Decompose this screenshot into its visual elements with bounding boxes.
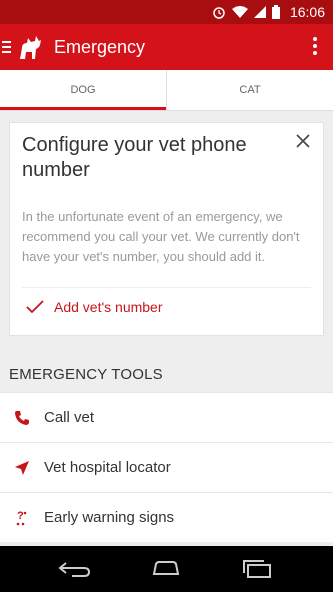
status-time: 16:06 [289, 4, 325, 20]
pet-logo-icon[interactable] [16, 32, 46, 62]
tool-label: Vet hospital locator [44, 459, 171, 476]
tab-cat[interactable]: CAT [166, 70, 333, 110]
status-bar: 16:06 [0, 0, 333, 24]
app-title: Emergency [54, 36, 146, 57]
svg-text:?: ? [17, 510, 24, 522]
recent-apps-icon[interactable] [242, 559, 274, 579]
phone-icon [15, 410, 29, 425]
navigation-arrow-icon [15, 460, 29, 475]
battery-icon [271, 5, 280, 19]
system-nav-bar [0, 546, 333, 592]
app-bar: Emergency [0, 24, 333, 70]
signal-icon [253, 6, 266, 18]
wifi-icon [231, 6, 248, 18]
tool-early-warning-signs[interactable]: ? Early warning signs [0, 492, 333, 542]
tool-call-vet[interactable]: Call vet [0, 392, 333, 442]
checkmark-icon [26, 300, 44, 314]
add-vet-number-button[interactable]: Add vet's number [26, 299, 163, 315]
tool-label: Early warning signs [44, 509, 175, 526]
emergency-tools-list: Call vet Vet hospital locator ? Early wa… [0, 392, 333, 542]
alarm-icon [213, 7, 225, 19]
warning-signs-icon: ? [16, 510, 27, 525]
overflow-menu-icon[interactable] [313, 37, 319, 55]
card-divider [22, 287, 311, 288]
add-vet-number-label: Add vet's number [54, 299, 163, 315]
pet-tabs: DOG CAT [0, 70, 333, 111]
home-icon[interactable] [148, 559, 184, 579]
section-title: EMERGENCY TOOLS [9, 366, 163, 383]
tool-label: Call vet [44, 409, 95, 426]
status-icons: 16:06 [212, 0, 325, 24]
back-icon[interactable] [58, 559, 92, 579]
card-title: Configure your vet phone number [22, 134, 247, 181]
close-icon[interactable] [295, 133, 311, 149]
card-body: In the unfortunate event of an emergency… [22, 209, 300, 264]
tool-vet-hospital-locator[interactable]: Vet hospital locator [0, 442, 333, 492]
vet-phone-card: Configure your vet phone number In the u… [9, 122, 324, 336]
menu-icon[interactable] [2, 41, 12, 53]
tab-dog[interactable]: DOG [0, 70, 166, 110]
